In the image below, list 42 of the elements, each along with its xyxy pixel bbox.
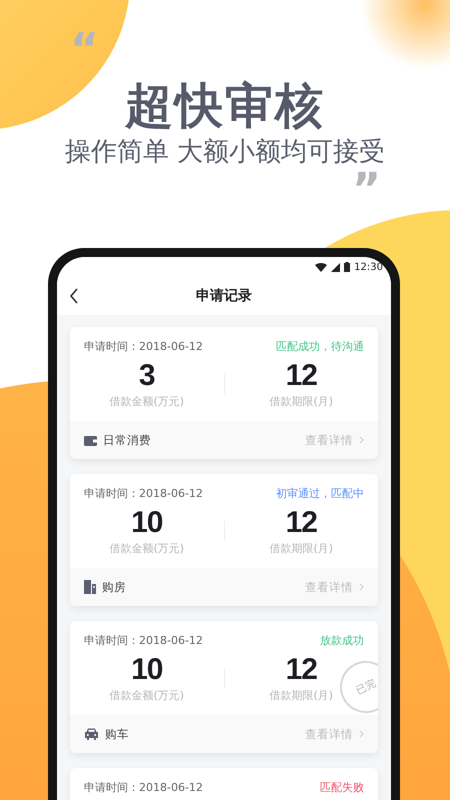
open-quote-mark: “	[70, 28, 99, 72]
chevron-right-icon	[359, 730, 364, 738]
amount-label: 借款金额(万元)	[109, 688, 184, 703]
promo-title: 超快审核	[124, 77, 326, 136]
loan-amount: 10	[131, 505, 162, 541]
loan-amount: 10	[131, 652, 162, 688]
amount-label: 借款金额(万元)	[109, 541, 184, 556]
wallet-icon	[84, 434, 97, 446]
status-label: 匹配成功，待沟通	[276, 339, 364, 354]
chevron-right-icon	[359, 583, 364, 591]
building-icon	[84, 580, 96, 594]
loan-purpose: 购房	[102, 580, 127, 594]
back-icon[interactable]	[69, 288, 79, 304]
wifi-icon	[315, 262, 328, 272]
battery-icon	[344, 262, 350, 272]
loan-purpose: 购车	[105, 726, 130, 742]
term-label: 借款期限(月)	[269, 394, 334, 409]
chevron-right-icon	[359, 436, 364, 444]
apply-date: 申请时间：2018-06-12	[84, 780, 203, 795]
apply-date: 申请时间：2018-06-12	[84, 486, 203, 501]
promo-subtitle: 操作简单 大额小额均可接受	[64, 136, 386, 169]
term-label: 借款期限(月)	[269, 688, 334, 703]
signal-icon	[331, 262, 340, 272]
apply-date: 申请时间：2018-06-12	[84, 339, 203, 354]
loan-term: 12	[286, 505, 317, 541]
loan-purpose: 日常消费	[103, 432, 152, 448]
term-label: 借款期限(月)	[269, 541, 334, 556]
page-title: 申请记录	[196, 287, 252, 305]
car-icon	[84, 728, 99, 740]
amount-label: 借款金额(万元)	[109, 394, 184, 409]
loan-term: 12	[286, 358, 317, 394]
record-card[interactable]: 申请时间：2018-06-12 匹配失败	[70, 768, 378, 800]
status-label: 放款成功	[320, 633, 364, 648]
status-label: 初审通过，匹配中	[276, 486, 364, 501]
loan-term: 12	[286, 652, 317, 688]
loan-amount: 3	[138, 358, 155, 394]
record-card[interactable]: 申请时间：2018-06-12 初审通过，匹配中 10 借款金额(万元) 12 借款期限(月) 购房 查看详情	[70, 474, 378, 606]
status-time: 12:30	[354, 262, 383, 272]
record-card[interactable]: 申请时间：2018-06-12 匹配成功，待沟通 3 借款金额(万元) 12 借款期限(月) 日常消费 查看详情	[70, 327, 378, 459]
close-quote-mark: ”	[352, 168, 381, 212]
status-label: 匹配失败	[320, 780, 364, 795]
apply-date: 申请时间：2018-06-12	[84, 633, 203, 648]
